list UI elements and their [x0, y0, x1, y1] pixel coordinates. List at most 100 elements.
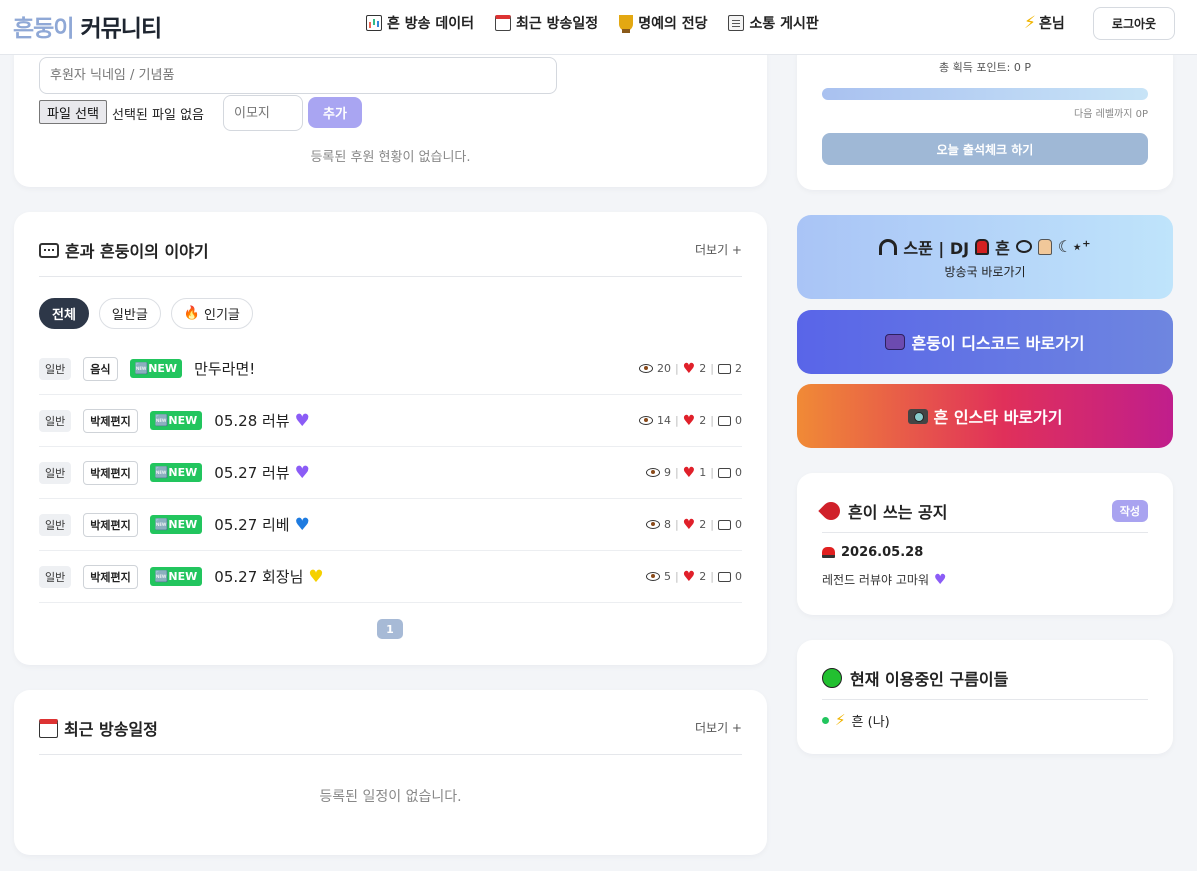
category-tag: 일반 — [39, 409, 72, 432]
instagram-link-label: 흔 인스타 바로가기 — [933, 408, 1063, 427]
siren-icon — [975, 238, 990, 255]
nav-label: 흔 방송 데이터 — [387, 16, 475, 32]
sponsor-name-input[interactable] — [39, 57, 557, 94]
points-card: 총 획득 포인트: 0 P 다음 레벨까지 0P 오늘 출석체크 하기 — [797, 40, 1173, 190]
hand-icon — [1037, 238, 1052, 255]
new-badge: 🆕NEW — [129, 359, 183, 378]
sponsor-card: 파일 선택 선택된 파일 없음 추가 등록된 후원 현황이 없습니다. — [14, 40, 767, 187]
divider — [39, 276, 742, 277]
post-row[interactable]: 일반 박제편지 🆕NEW 05.27 회장님 ♥ 5 | ♥ 2 | 0 — [39, 551, 742, 603]
discord-link-button[interactable]: 흔둥이 디스코드 바로가기 — [797, 310, 1173, 374]
eye-icon — [646, 468, 660, 477]
view-count: 14 — [657, 414, 671, 427]
comment-icon — [718, 363, 731, 374]
purple-heart-icon: ♥ — [294, 462, 310, 483]
yellow-heart-icon: ♥ — [308, 566, 324, 587]
instagram-link-button[interactable]: 흔 인스타 바로가기 — [797, 384, 1173, 448]
trophy-icon — [619, 15, 634, 33]
view-count: 9 — [664, 466, 671, 479]
post-row[interactable]: 일반 박제편지 🆕NEW 05.27 러뷰 ♥ 9 | ♥ 1 | 0 — [39, 447, 742, 499]
heart-icon: ♥ — [682, 464, 696, 481]
eye-icon — [639, 416, 653, 425]
nav-board[interactable]: 소통 게시판 — [728, 13, 819, 33]
brand-accent-text: 흔둥이 — [13, 16, 74, 42]
online-user-item[interactable]: ⚡ 흔 (나) — [822, 711, 890, 730]
siren-icon — [822, 547, 835, 558]
lightning-icon: ⚡ — [835, 711, 846, 729]
online-users-title-text: 현재 이용중인 구름이들 — [850, 670, 1009, 689]
add-sponsor-button[interactable]: 추가 — [308, 97, 362, 128]
post-title-text: 만두라면! — [194, 360, 256, 378]
game-monster-icon — [885, 334, 906, 350]
post-row[interactable]: 일반 박제편지 🆕NEW 05.27 리베 ♥ 8 | ♥ 2 | 0 — [39, 499, 742, 551]
fire-icon: 🔥 — [183, 306, 200, 321]
level-progress-bar — [822, 88, 1148, 100]
tab-general[interactable]: 일반글 — [98, 298, 161, 329]
stories-title: 흔과 흔둥이의 이야기 — [39, 238, 209, 262]
user-name-text: 흔님 — [1038, 16, 1065, 32]
site-logo[interactable]: 흔둥이 커뮤니티 — [13, 9, 162, 43]
dj-link-title: 스푼 | DJ 흔 ☾⋆⁺ — [879, 235, 1091, 259]
category-tag: 일반 — [39, 357, 72, 380]
heart-icon: ♥ — [682, 412, 696, 429]
comment-count: 0 — [735, 518, 742, 531]
camera-icon — [907, 408, 928, 424]
category-tag: 일반 — [39, 461, 72, 484]
nav-recent-schedule[interactable]: 최근 방송일정 — [495, 13, 598, 33]
post-title: 만두라면! — [194, 358, 255, 379]
post-title-text: 05.27 리베 — [214, 516, 290, 534]
nav-broadcast-data[interactable]: 흔 방송 데이터 — [366, 13, 474, 33]
current-user: ⚡ 흔님 — [1024, 13, 1065, 33]
subcategory-tag: 박제편지 — [83, 408, 138, 433]
notice-body-text: 레전드 러뷰야 고마워 — [822, 573, 929, 587]
view-count: 5 — [664, 570, 671, 583]
post-row[interactable]: 일반 음식 🆕NEW 만두라면! 20 | ♥ 2 | 2 — [39, 343, 742, 395]
pushpin-icon — [818, 498, 844, 524]
calendar-icon — [39, 718, 58, 738]
notice-date: 2026.05.28 — [822, 545, 923, 560]
emoji-input[interactable] — [223, 95, 303, 131]
nav-label: 소통 게시판 — [749, 16, 819, 32]
eye-icon — [646, 572, 660, 581]
post-title: 05.27 러뷰 ♥ — [214, 462, 310, 483]
online-user-name: 흔 (나) — [851, 715, 890, 730]
file-status-text: 선택된 파일 없음 — [112, 108, 204, 123]
like-count: 2 — [699, 414, 707, 427]
total-points: 총 획득 포인트: 0 P — [938, 61, 1032, 74]
divider — [822, 532, 1148, 533]
attendance-button[interactable]: 오늘 출석체크 하기 — [822, 133, 1148, 165]
pagination-page-1[interactable]: 1 — [377, 619, 403, 639]
main-nav: 흔 방송 데이터 최근 방송일정 명예의 전당 소통 게시판 — [366, 13, 819, 33]
write-notice-button[interactable]: 작성 — [1111, 500, 1148, 522]
tab-label: 전체 — [52, 308, 76, 323]
schedule-card: 최근 방송일정 더보기 + 등록된 일정이 없습니다. — [14, 690, 767, 855]
divider — [822, 699, 1148, 700]
notice-title-text: 흔이 쓰는 공지 — [848, 503, 948, 522]
file-select-button[interactable]: 파일 선택 — [39, 100, 107, 124]
tab-label: 인기글 — [204, 308, 240, 323]
tab-popular[interactable]: 🔥 인기글 — [170, 298, 253, 329]
calendar-icon — [495, 15, 512, 31]
new-badge: 🆕NEW — [149, 411, 203, 430]
divider — [39, 754, 742, 755]
post-title-text: 05.28 러뷰 — [214, 412, 290, 430]
nav-hall-of-fame[interactable]: 명예의 전당 — [619, 13, 707, 33]
logout-button[interactable]: 로그아웃 — [1093, 7, 1175, 40]
dj-link-subtitle: 방송국 바로가기 — [944, 264, 1026, 279]
post-title: 05.27 회장님 ♥ — [214, 566, 323, 587]
comment-icon — [718, 467, 731, 478]
schedule-more-link[interactable]: 더보기 + — [695, 719, 742, 736]
stories-card: 흔과 흔둥이의 이야기 더보기 + 전체 일반글 🔥 인기글 일반 음식 🆕NEW… — [14, 212, 767, 665]
blue-heart-icon: ♥ — [294, 514, 310, 535]
spoon-dj-link-button[interactable]: 스푼 | DJ 흔 ☾⋆⁺ 방송국 바로가기 — [797, 215, 1173, 299]
category-tag: 일반 — [39, 565, 72, 588]
view-count: 20 — [657, 362, 671, 375]
chart-icon — [366, 15, 382, 31]
dj-link-prefix: 스푼 | DJ — [903, 238, 970, 258]
stories-more-link[interactable]: 더보기 + — [695, 241, 742, 258]
tab-all[interactable]: 전체 — [39, 298, 89, 329]
post-row[interactable]: 일반 박제편지 🆕NEW 05.28 러뷰 ♥ 14 | ♥ 2 | 0 — [39, 395, 742, 447]
purple-heart-icon: ♥ — [294, 410, 310, 431]
like-count: 2 — [699, 518, 707, 531]
filter-tabs: 전체 일반글 🔥 인기글 — [39, 298, 253, 329]
